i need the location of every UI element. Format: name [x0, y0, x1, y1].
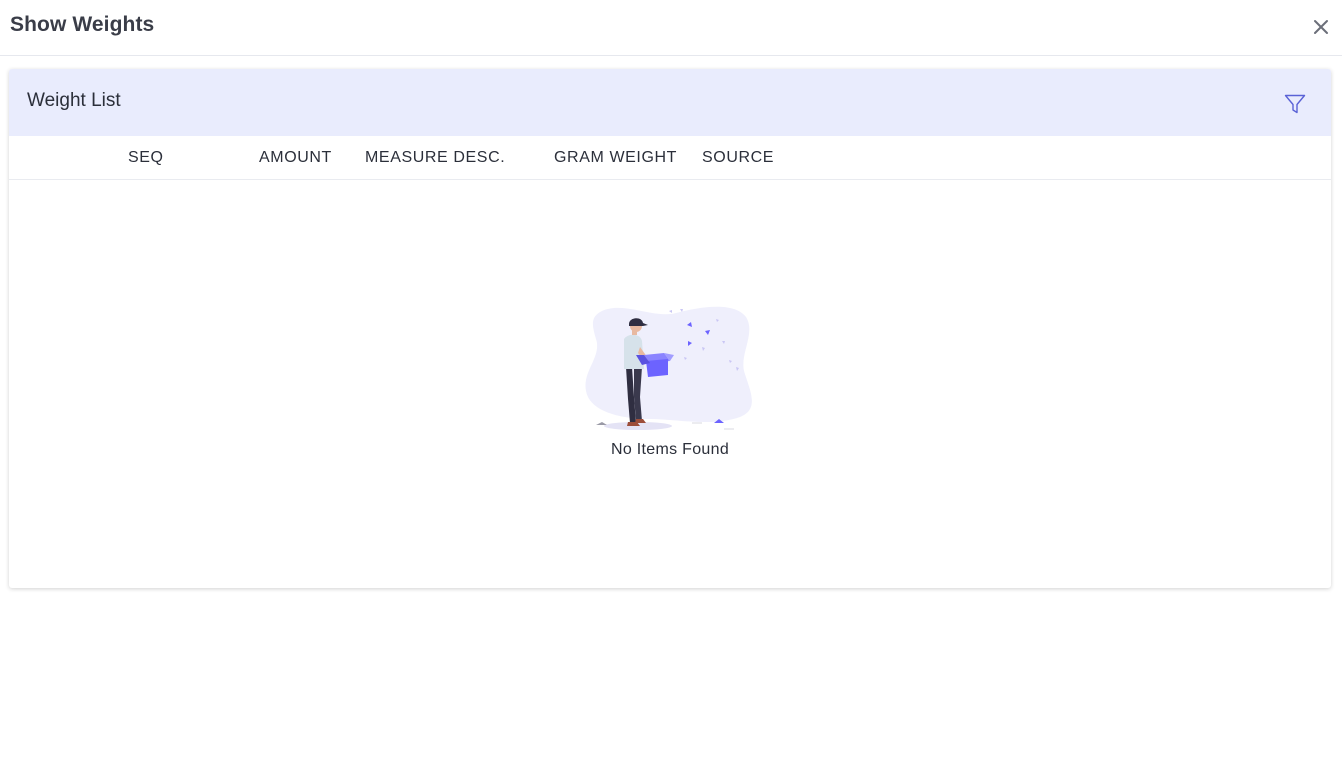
- empty-state: No Items Found: [9, 180, 1331, 588]
- close-icon: [1314, 20, 1328, 34]
- card-title: Weight List: [27, 90, 121, 111]
- filter-button[interactable]: [1283, 92, 1307, 116]
- column-header-amount[interactable]: AMOUNT: [259, 149, 332, 167]
- weight-list-card: Weight List SEQ AMOUNT MEASURE DESC. GRA…: [9, 69, 1331, 588]
- close-button[interactable]: [1308, 14, 1334, 40]
- column-header-measure-desc[interactable]: MEASURE DESC.: [365, 149, 505, 167]
- table-header: SEQ AMOUNT MEASURE DESC. GRAM WEIGHT SOU…: [9, 136, 1331, 180]
- column-header-seq[interactable]: SEQ: [128, 149, 164, 167]
- filter-icon: [1284, 94, 1306, 114]
- empty-state-message: No Items Found: [610, 441, 730, 458]
- modal-title: Show Weights: [10, 13, 155, 36]
- person-holding-box-illustration: [585, 306, 752, 430]
- column-header-gram-weight[interactable]: GRAM WEIGHT: [554, 149, 677, 167]
- modal-header: Show Weights: [0, 0, 1342, 56]
- card-header: Weight List: [9, 69, 1331, 136]
- column-header-source[interactable]: SOURCE: [702, 149, 774, 167]
